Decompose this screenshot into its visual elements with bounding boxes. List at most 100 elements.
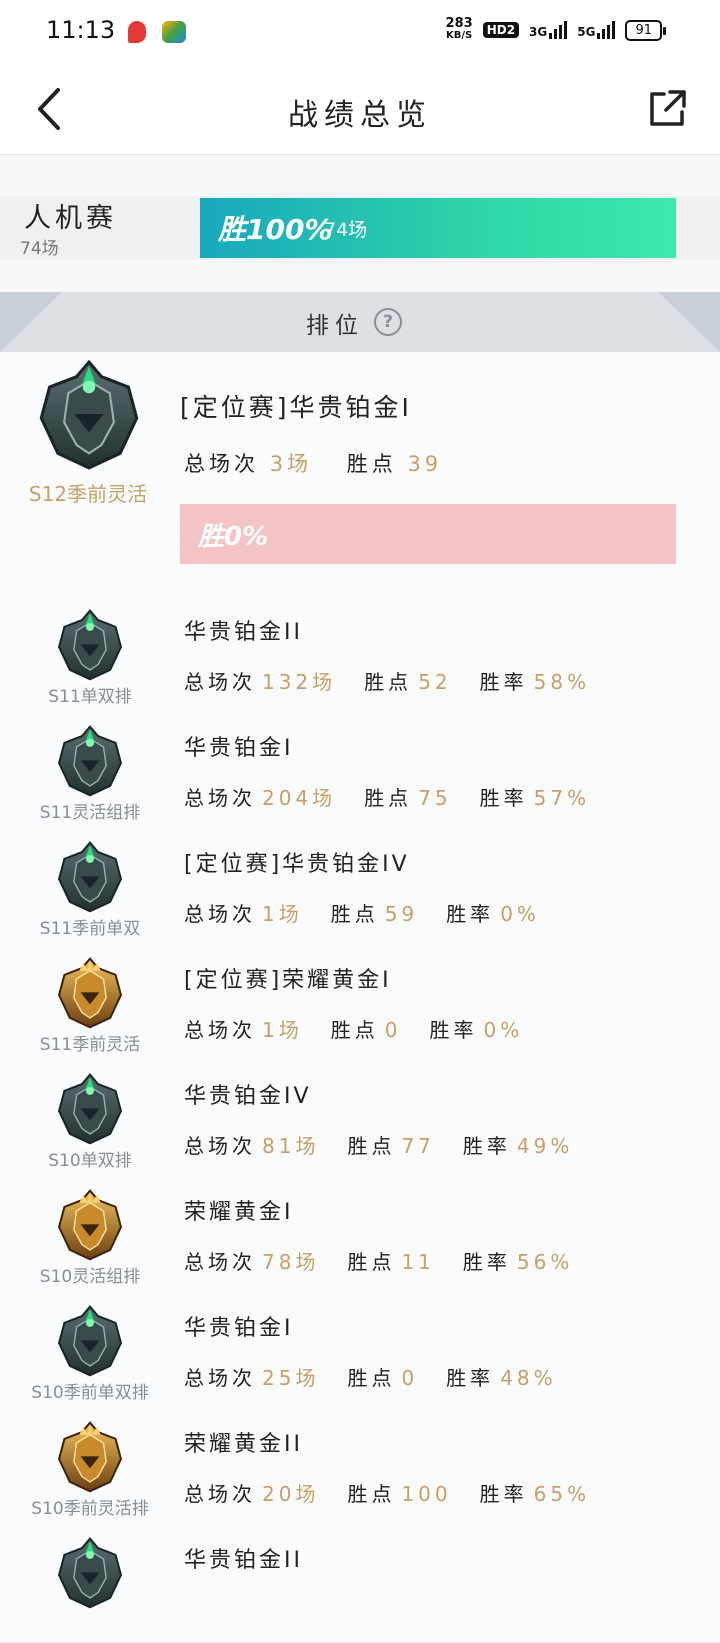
network-speed-unit: KB/S: [446, 30, 473, 41]
row-rank-name: [定位赛]华贵铂金IV: [184, 852, 410, 877]
row-stats: 总场次 20场 胜点 100 胜率 65%: [184, 1478, 618, 1507]
status-right: 283 KB/S HD2 3G 5G 91: [445, 16, 666, 42]
video-app-icon: [162, 21, 186, 43]
platinum-emblem-icon: [56, 724, 124, 798]
points-value: 0: [401, 1366, 419, 1390]
points-label: 胜点: [330, 1018, 379, 1042]
platinum-emblem-icon: [56, 840, 124, 914]
row-rank-name: 荣耀黄金II: [184, 1432, 303, 1457]
pve-label: 人机赛: [24, 203, 117, 234]
gold-emblem-icon: [56, 1420, 124, 1494]
points-value: 59: [384, 902, 419, 926]
signal-3g-label: 3G: [529, 25, 548, 39]
row-season: S11季前灵活: [39, 1035, 141, 1055]
share-icon[interactable]: [648, 88, 688, 128]
points-value: 0: [384, 1018, 402, 1042]
points-label: 胜点: [364, 786, 413, 810]
pve-count: 74场: [20, 239, 59, 259]
points-value: 77: [401, 1134, 435, 1158]
rate-value: 58%: [533, 670, 591, 694]
total-label: 总场次: [184, 452, 259, 476]
points-label: 胜点: [347, 1366, 396, 1390]
rate-value: 48%: [500, 1366, 557, 1390]
points-label: 胜点: [347, 1250, 396, 1274]
row-season: S10灵活组排: [39, 1267, 141, 1287]
platinum-emblem-icon: [56, 608, 124, 682]
network-speed: 283 KB/S: [445, 16, 473, 42]
nav-bar: 战绩总览: [0, 64, 720, 155]
rank-row[interactable]: S10季前灵活排 荣耀黄金II 总场次 20场 胜点 100 胜率 65%: [0, 1408, 720, 1527]
featured-season: S12季前灵活: [28, 482, 148, 506]
hd-voice-badge: HD2: [482, 22, 520, 38]
pve-win-count: 74场: [324, 219, 368, 241]
rate-value: 49%: [516, 1134, 574, 1158]
featured-stats: 总场次 3场 胜点 39: [184, 448, 442, 478]
row-season: S10季前单双排: [31, 1383, 149, 1403]
points-label: 胜点: [347, 1482, 396, 1506]
rate-label: 胜率: [446, 902, 495, 926]
total-value: 78场: [262, 1250, 320, 1274]
points-label: 胜点: [364, 670, 413, 694]
platinum-emblem-icon: [56, 1536, 124, 1610]
rate-value: 65%: [533, 1482, 591, 1506]
header-right-decor: [658, 292, 720, 352]
rank-row[interactable]: S10灵活组排 荣耀黄金I 总场次 78场 胜点 11 胜率 56%: [0, 1176, 720, 1295]
total-label: 总场次: [184, 670, 256, 694]
rate-value: 57%: [533, 786, 591, 810]
featured-rank-card[interactable]: S12季前灵活 [定位赛]华贵铂金I 总场次 3场 胜点 39 胜0%: [0, 352, 720, 597]
rank-row[interactable]: 华贵铂金II总场次胜点胜率: [0, 1524, 720, 1643]
row-rank-name: [定位赛]荣耀黄金I: [184, 968, 392, 993]
points-value: 100: [401, 1482, 452, 1506]
points-label: 胜点: [330, 902, 379, 926]
total-value: 204场: [262, 786, 337, 810]
rate-label: 胜率: [446, 1366, 495, 1390]
total-label: 总场次: [184, 786, 256, 810]
network-speed-value: 283: [445, 16, 473, 31]
row-stats: 总场次 25场 胜点 0 胜率 48%: [184, 1362, 585, 1391]
gold-emblem-icon: [56, 956, 124, 1030]
platinum-emblem-icon: [37, 358, 141, 472]
rank-row[interactable]: S10单双排 华贵铂金IV 总场次 81场 胜点 77 胜率 49%: [0, 1060, 720, 1179]
row-rank-name: 华贵铂金I: [184, 736, 294, 761]
pve-summary[interactable]: 人机赛 74场 胜100% 74场: [0, 196, 720, 260]
rank-row[interactable]: S10季前单双排 华贵铂金I 总场次 25场 胜点 0 胜率 48%: [0, 1292, 720, 1411]
featured-rank-name: [定位赛]华贵铂金I: [180, 393, 412, 422]
help-icon[interactable]: ?: [374, 308, 402, 336]
total-label: 总场次: [184, 1482, 256, 1506]
total-value: 25场: [262, 1366, 320, 1390]
points-value: 52: [418, 670, 452, 694]
rank-row[interactable]: S11单双排 华贵铂金II 总场次 132场 胜点 52 胜率 58%: [0, 596, 720, 715]
pve-win-bar: 胜100% 74场: [200, 198, 676, 258]
header-left-decor: [0, 292, 62, 352]
total-value: 3场: [269, 452, 313, 476]
status-time: 11:13: [46, 16, 116, 44]
platinum-emblem-icon: [56, 1072, 124, 1146]
row-season: S10季前灵活排: [31, 1499, 149, 1519]
total-value: 1场: [262, 1018, 303, 1042]
total-label: 总场次: [184, 1134, 256, 1158]
featured-win-rate: 胜0%: [198, 522, 269, 552]
rate-label: 胜率: [462, 1134, 511, 1158]
rank-row[interactable]: S11季前灵活 [定位赛]荣耀黄金I 总场次 1场 胜点 0 胜率 0%: [0, 944, 720, 1063]
status-bar: 11:13 283 KB/S HD2 3G 5G 91: [0, 0, 720, 64]
total-label: 总场次: [184, 902, 256, 926]
rank-row[interactable]: S11季前单双 [定位赛]华贵铂金IV 总场次 1场 胜点 59 胜率 0%: [0, 828, 720, 947]
total-value: 1场: [262, 902, 303, 926]
total-value: 20场: [262, 1482, 320, 1506]
points-value: 39: [407, 452, 443, 476]
rate-label: 胜率: [479, 786, 528, 810]
points-label: 胜点: [347, 1134, 396, 1158]
gold-emblem-icon: [56, 1188, 124, 1262]
row-rank-name: 华贵铂金II: [184, 1548, 303, 1573]
rank-row[interactable]: S11灵活组排 华贵铂金I 总场次 204场 胜点 75 胜率 57%: [0, 712, 720, 831]
rate-label: 胜率: [479, 1482, 528, 1506]
row-stats: 总场次 78场 胜点 11 胜率 56%: [184, 1246, 601, 1275]
total-label: 总场次: [184, 1018, 256, 1042]
platinum-emblem-icon: [56, 1304, 124, 1378]
rate-value: 0%: [483, 1018, 524, 1042]
row-rank-name: 华贵铂金II: [184, 620, 303, 645]
row-rank-name: 华贵铂金I: [184, 1316, 294, 1341]
points-label: 胜点: [346, 452, 397, 476]
row-stats: 总场次 132场 胜点 52 胜率 58%: [184, 666, 618, 695]
total-label: 总场次: [184, 1366, 256, 1390]
